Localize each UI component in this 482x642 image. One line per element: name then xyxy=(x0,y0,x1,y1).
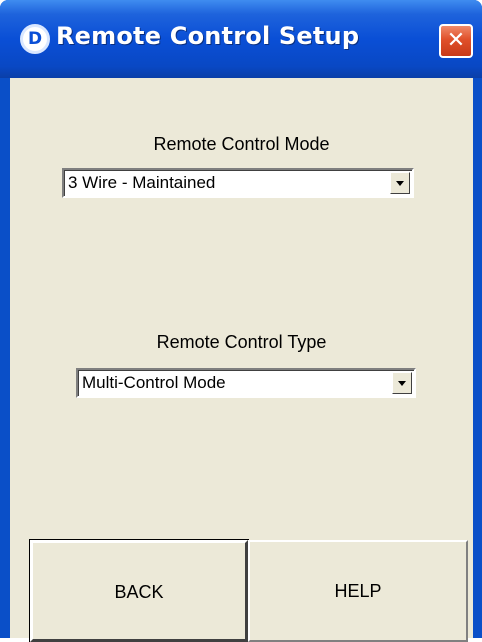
chevron-down-icon[interactable] xyxy=(390,172,410,194)
close-button[interactable]: ✕ xyxy=(439,24,473,58)
back-button[interactable]: BACK xyxy=(29,539,249,642)
remote-control-type-dropdown[interactable]: Multi-Control Mode xyxy=(76,368,416,398)
help-button[interactable]: HELP xyxy=(248,540,468,642)
remote-control-mode-label: Remote Control Mode xyxy=(153,134,330,154)
remote-control-type-label: Remote Control Type xyxy=(156,332,327,352)
remote-control-mode-value: 3 Wire - Maintained xyxy=(68,173,216,192)
remote-control-type-value: Multi-Control Mode xyxy=(82,373,226,392)
window-title: Remote Control Setup xyxy=(56,22,360,50)
remote-control-setup-window: D Remote Control Setup ✕ Remote Control … xyxy=(0,0,482,642)
chevron-down-icon[interactable] xyxy=(392,372,412,394)
app-icon: D xyxy=(20,24,50,54)
remote-control-mode-dropdown[interactable]: 3 Wire - Maintained xyxy=(62,168,414,198)
title-bar[interactable]: D Remote Control Setup ✕ xyxy=(0,0,482,78)
